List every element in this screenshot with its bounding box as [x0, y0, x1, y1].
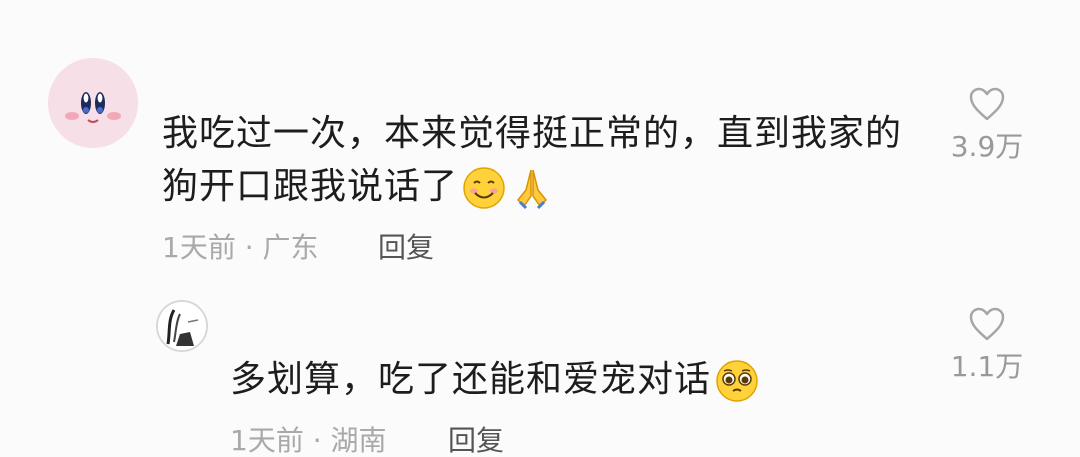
pray-hands-icon	[517, 169, 548, 210]
avatar[interactable]	[48, 58, 138, 148]
reply-button[interactable]: 回复	[378, 230, 434, 266]
reply-text-content: 多划算，吃了还能和爱宠对话	[230, 359, 712, 400]
comment-text-line-2: 狗开口跟我说话了	[162, 163, 554, 211]
comment-meta: 1天前 · 广东	[162, 231, 319, 264]
reply-button[interactable]: 回复	[448, 423, 504, 457]
reply-meta: 1天前 · 湖南	[230, 424, 387, 457]
reply-text: 多划算，吃了还能和爱宠对话	[230, 356, 759, 404]
comment-text-line-1: 我吃过一次，本来觉得挺正常的，直到我家的	[162, 113, 903, 154]
heart-icon[interactable]	[968, 306, 1006, 342]
avatar[interactable]	[156, 300, 208, 352]
like-group: 1.1万	[932, 306, 1042, 384]
comment-thread: 我吃过一次，本来觉得挺正常的，直到我家的 狗开口跟我说话了 1天前 · 广东 回…	[0, 0, 1080, 457]
comment-text-line-2-text: 狗开口跟我说话了	[162, 166, 459, 207]
sketch-avatar-icon	[158, 302, 206, 350]
heart-icon[interactable]	[968, 86, 1006, 122]
pleading-face-icon	[716, 360, 758, 402]
like-count: 1.1万	[950, 350, 1024, 383]
like-group: 3.9万	[932, 86, 1042, 164]
smile-face-icon	[463, 167, 505, 209]
like-count: 3.9万	[950, 130, 1024, 163]
kirby-avatar-icon	[48, 58, 138, 148]
